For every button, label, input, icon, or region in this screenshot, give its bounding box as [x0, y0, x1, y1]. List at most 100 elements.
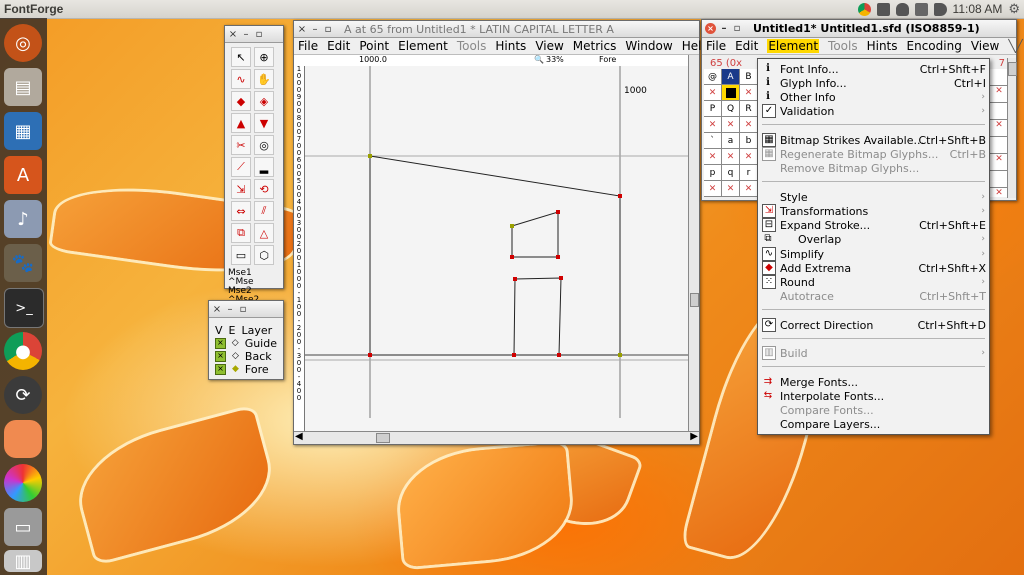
menu-item-simplify[interactable]: ∿ Simplify ›: [758, 247, 989, 261]
glyph-cell[interactable]: ✕: [740, 149, 758, 165]
font-scroll-thumb[interactable]: [1008, 62, 1017, 76]
ubuntu-logo-icon[interactable]: ◎: [4, 24, 42, 62]
horizontal-scroll-thumb[interactable]: [376, 433, 390, 443]
curve-point-tool-icon[interactable]: ◆: [231, 91, 251, 111]
rotate-tool-icon[interactable]: ⟲: [254, 179, 274, 199]
menu-hints[interactable]: Hints: [867, 39, 898, 53]
minimize-icon[interactable]: –: [310, 24, 320, 35]
menu-file[interactable]: File: [298, 39, 318, 53]
menu-point[interactable]: Point: [359, 39, 389, 53]
glyph-label-cell[interactable]: b: [740, 133, 758, 149]
glyph-cell[interactable]: ✕: [704, 181, 722, 197]
minimize-icon[interactable]: –: [241, 29, 251, 40]
freehand-tool-icon[interactable]: ∿: [231, 69, 251, 89]
menu-overflow-chevron-icon[interactable]: ╲╱: [1008, 39, 1022, 53]
magnify-tool-icon[interactable]: ⊕: [254, 47, 274, 67]
glyph-label-cell[interactable]: R: [740, 101, 758, 117]
visible-checkbox[interactable]: ×: [215, 351, 226, 362]
glyph-label-cell[interactable]: p: [704, 165, 722, 181]
glyph-cell[interactable]: ✕: [740, 181, 758, 197]
glyph-label-cell-selected[interactable]: A: [722, 69, 740, 85]
spiro-tool-icon[interactable]: ◎: [254, 135, 274, 155]
corner-point-tool-icon[interactable]: ▲: [231, 113, 251, 133]
tangent-point-tool-icon[interactable]: ▼: [254, 113, 274, 133]
vertical-scrollbar[interactable]: [688, 55, 699, 431]
menu-item-add-extrema[interactable]: ◆ Add Extrema Ctrl+Shft+X: [758, 261, 989, 275]
glyph-cell[interactable]: ✕: [704, 117, 722, 133]
ruler-tool-icon[interactable]: ⟋: [231, 157, 251, 177]
glyph-label-cell[interactable]: r: [740, 165, 758, 181]
menu-item-correct-direction[interactable]: ⟳ Correct Direction Ctrl+Shft+D: [758, 318, 989, 332]
files-icon[interactable]: ▤: [4, 68, 42, 106]
menu-view[interactable]: View: [971, 39, 999, 53]
glyph-label-cell[interactable]: a: [722, 133, 740, 149]
glyph-cell[interactable]: ✕: [722, 117, 740, 133]
menu-tools[interactable]: Tools: [457, 39, 487, 53]
menu-edit[interactable]: Edit: [327, 39, 350, 53]
scroll-hand-tool-icon[interactable]: ✋: [254, 69, 274, 89]
glyph-cell[interactable]: ✕: [704, 149, 722, 165]
scale-tool-icon[interactable]: ⇲: [231, 179, 251, 199]
glyph-label-cell[interactable]: B: [740, 69, 758, 85]
rectangle-tool-icon[interactable]: ▭: [231, 245, 251, 265]
minimize-icon[interactable]: –: [225, 304, 235, 315]
menu-item-overlap[interactable]: ⧉ Overlap ›: [758, 232, 989, 246]
perspective-tool-icon[interactable]: △: [254, 223, 274, 243]
scroll-left-icon[interactable]: ◀: [295, 431, 303, 442]
glyph-cell[interactable]: ✕: [704, 85, 722, 101]
glyph-outline[interactable]: [305, 66, 688, 418]
flip-tool-icon[interactable]: ⇔: [231, 201, 251, 221]
close-icon[interactable]: ×: [228, 29, 238, 40]
menu-item-interpolate-fonts[interactable]: ⇆ Interpolate Fonts...: [758, 389, 989, 403]
menu-element[interactable]: Element: [398, 39, 448, 53]
glyph-cell[interactable]: ✕: [722, 149, 740, 165]
terminal-icon[interactable]: >_: [4, 288, 44, 328]
menu-tools[interactable]: Tools: [828, 39, 858, 53]
glyph-canvas[interactable]: 1000: [305, 66, 688, 431]
close-icon[interactable]: ×: [705, 23, 716, 34]
menu-item-glyph-info[interactable]: i Glyph Info... Ctrl+I: [758, 76, 989, 90]
menu-item-build[interactable]: ▥ Build ›: [758, 346, 989, 360]
glyph-label-cell[interactable]: @: [704, 69, 722, 85]
radio-icon[interactable]: ◇: [232, 337, 239, 350]
menu-encoding[interactable]: Encoding: [907, 39, 962, 53]
layer-row-guide[interactable]: × ◇ Guide: [215, 337, 277, 350]
menu-item-expand-stroke[interactable]: ⊟ Expand Stroke... Ctrl+Shft+E: [758, 218, 989, 232]
menu-view[interactable]: View: [535, 39, 563, 53]
font-vertical-scrollbar[interactable]: [1007, 58, 1017, 198]
maximize-icon[interactable]: ▫: [238, 304, 248, 315]
menu-item-merge-fonts[interactable]: ⇉ Merge Fonts...: [758, 375, 989, 389]
glyph-cell[interactable]: ✕: [740, 117, 758, 133]
chrome-icon[interactable]: ●: [4, 332, 42, 370]
layer-row-fore[interactable]: × ◆ Fore: [215, 363, 277, 376]
menu-metrics[interactable]: Metrics: [573, 39, 617, 53]
network-icon[interactable]: [876, 2, 890, 16]
menu-item-transformations[interactable]: ⇲ Transformations ›: [758, 204, 989, 218]
menu-item-font-info[interactable]: i Font Info... Ctrl+Shft+F: [758, 62, 989, 76]
visible-checkbox[interactable]: ×: [215, 338, 226, 349]
cloud-icon[interactable]: [895, 2, 909, 16]
radio-icon[interactable]: ◇: [232, 350, 239, 363]
maximize-icon[interactable]: ▫: [732, 23, 742, 34]
horizontal-scrollbar[interactable]: ◀ ▶: [294, 431, 699, 444]
close-icon[interactable]: ×: [212, 304, 222, 315]
radio-selected-icon[interactable]: ◆: [232, 363, 239, 376]
gimp-icon[interactable]: 🐾: [4, 244, 42, 282]
visible-checkbox[interactable]: ×: [215, 364, 226, 375]
menu-item-autotrace[interactable]: Autotrace Ctrl+Shft+T: [758, 289, 989, 303]
menu-window[interactable]: Window: [625, 39, 672, 53]
menu-item-other-info[interactable]: i Other Info ›: [758, 90, 989, 104]
minimize-icon[interactable]: –: [719, 23, 729, 34]
media-player-icon[interactable]: ♪: [4, 200, 42, 238]
menu-hints[interactable]: Hints: [495, 39, 526, 53]
volume-icon[interactable]: [933, 2, 947, 16]
glyph-label-cell[interactable]: q: [722, 165, 740, 181]
maximize-icon[interactable]: ▫: [323, 24, 333, 35]
mail-icon[interactable]: [914, 2, 928, 16]
color-icon[interactable]: [4, 464, 42, 502]
glyph-cell[interactable]: ✕: [740, 85, 758, 101]
close-icon[interactable]: ×: [297, 24, 307, 35]
pointer-tool-icon[interactable]: ↖: [231, 47, 251, 67]
clock[interactable]: 11:08 AM: [953, 2, 1003, 16]
menu-item-remove-bitmap[interactable]: Remove Bitmap Glyphs...: [758, 161, 989, 175]
